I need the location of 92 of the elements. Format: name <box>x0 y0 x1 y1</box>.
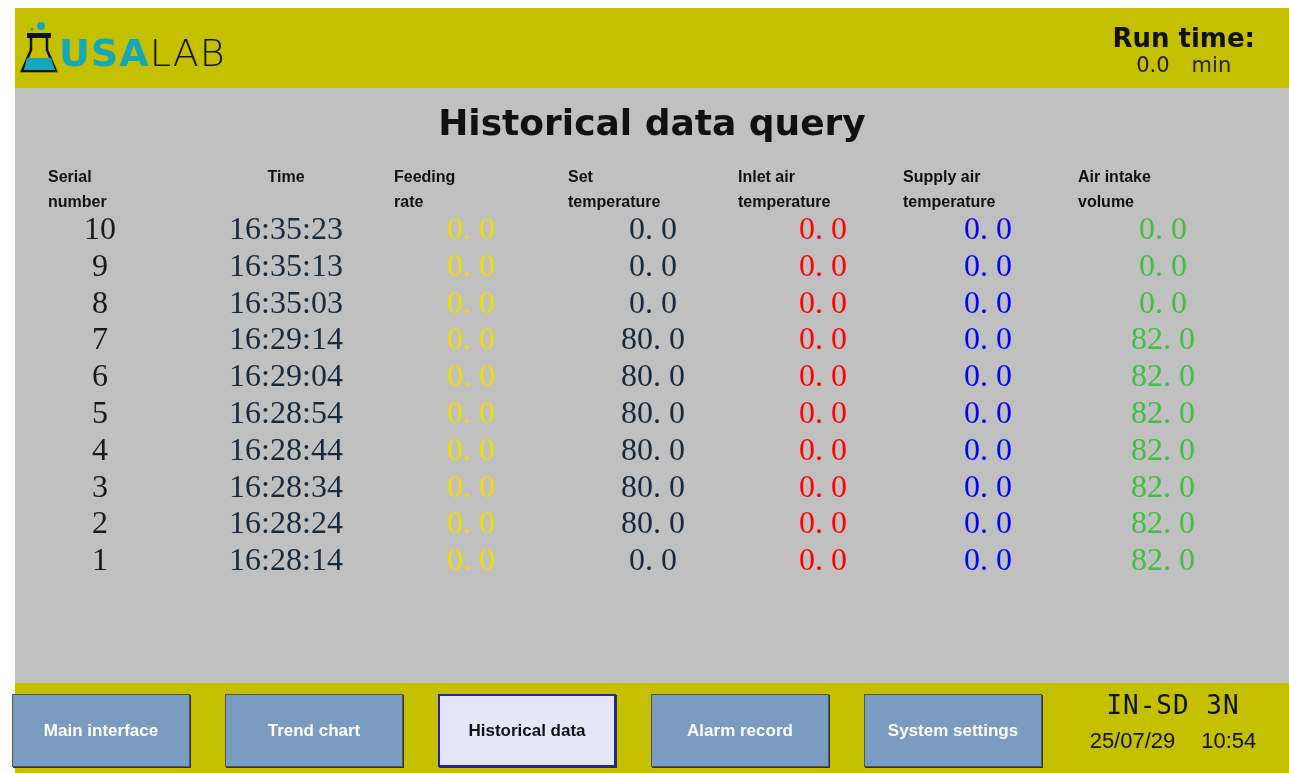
table-cell-text: 82. 0 <box>1130 504 1196 542</box>
table-cell-text: 0. 0 <box>628 246 678 284</box>
table-cell-text: 0. 0 <box>446 467 496 505</box>
table-cell-text: 0. 0 <box>963 210 1013 247</box>
table-cell-text: 80. 0 <box>620 320 686 358</box>
table-cell-text: 0. 0 <box>963 357 1013 394</box>
table-cell-text: 80. 0 <box>620 430 686 468</box>
table-cell-text: 0. 0 <box>798 541 848 578</box>
table-cell-text: 16:35:13 <box>228 246 344 284</box>
table-cell-text: 0. 0 <box>963 430 1013 468</box>
column-header: Time <box>266 167 306 187</box>
table-cell-text: 0. 0 <box>446 210 496 247</box>
table-cell-text: 0. 0 <box>1138 246 1188 284</box>
table-cell-text: 0. 0 <box>628 210 678 247</box>
table-cell-text: 0. 0 <box>1138 283 1188 321</box>
table-cell-text: 16:29:04 <box>228 357 344 394</box>
table-cell-text: 1 <box>91 541 109 578</box>
nav-button[interactable]: Trend chart <box>225 694 403 767</box>
table-cell-text: 0. 0 <box>963 283 1013 321</box>
table-cell-text: 16:28:34 <box>228 467 344 505</box>
table-cell-text: 80. 0 <box>620 504 686 542</box>
table-cell-text: 0. 0 <box>798 246 848 284</box>
flask-icon <box>19 21 59 75</box>
table-cell-text: 0. 0 <box>798 394 848 431</box>
table-cell-text: 82. 0 <box>1130 357 1196 394</box>
table-cell-text: 0. 0 <box>446 246 496 284</box>
table-cell-text: 6 <box>91 357 109 394</box>
table-cell-text: 16:28:24 <box>228 504 344 542</box>
table-cell-text: 3 <box>91 467 109 505</box>
table-cell-text: 8 <box>91 283 109 321</box>
column-header: Air intake volume <box>1078 167 1152 212</box>
page-title: Historical data query <box>437 101 867 145</box>
nav-button[interactable]: Main interface <box>12 694 190 767</box>
clock-time: 10:54 <box>1201 728 1257 754</box>
table-cell-text: 0. 0 <box>798 504 848 542</box>
table-cell-text: 0. 0 <box>963 246 1013 284</box>
table-cell-text: 82. 0 <box>1130 394 1196 431</box>
run-time-unit: min <box>1191 53 1232 77</box>
table-cell-text: 0. 0 <box>798 467 848 505</box>
table-cell-text: 16:35:03 <box>228 283 344 321</box>
table-cell-text: 0. 0 <box>446 283 496 321</box>
table-cell-text: 82. 0 <box>1130 430 1196 468</box>
run-time-label: Run time: <box>1112 23 1255 53</box>
logo-text: LAB <box>149 31 226 75</box>
table-cell-text: 0. 0 <box>446 541 496 578</box>
column-header: Feeding rate <box>394 167 457 212</box>
column-header: Serial number <box>48 167 108 212</box>
date-text: 25/07/29 <box>1089 728 1176 754</box>
table-cell-text: 9 <box>91 246 109 284</box>
table-cell-text: 0. 0 <box>963 467 1013 505</box>
table-cell-text: 0. 0 <box>963 394 1013 431</box>
table-cell-text: 0. 0 <box>446 430 496 468</box>
table-cell-text: 0. 0 <box>1138 210 1188 247</box>
table-cell-text: 0. 0 <box>446 320 496 358</box>
table-cell-text: 80. 0 <box>620 394 686 431</box>
table-cell-text: 82. 0 <box>1130 467 1196 505</box>
run-time-value: 0.0 <box>1136 53 1170 77</box>
table-cell-text: 80. 0 <box>620 357 686 394</box>
table-cell-text: 82. 0 <box>1130 320 1196 358</box>
table-cell-text: 0. 0 <box>963 504 1013 542</box>
table-cell-text: 0. 0 <box>798 283 848 321</box>
logo-text: USA <box>59 31 150 75</box>
table-cell-text: 0. 0 <box>628 283 678 321</box>
table-cell-text: 16:28:54 <box>228 394 344 431</box>
table-cell-text: 82. 0 <box>1130 541 1196 578</box>
column-header: Set temperature <box>568 167 662 212</box>
table-cell-text: 16:29:14 <box>228 320 344 358</box>
table-cell-text: 0. 0 <box>798 430 848 468</box>
table-cell-text: 0. 0 <box>446 394 496 431</box>
table-cell-text: 4 <box>91 430 109 468</box>
nav-button[interactable]: Alarm record <box>651 694 829 767</box>
table-cell-text: 16:35:23 <box>228 210 344 247</box>
nav-button[interactable]: Historical data <box>438 694 616 767</box>
table-cell-text: 0. 0 <box>446 357 496 394</box>
table-cell-text: 2 <box>91 504 109 542</box>
column-header: Inlet air temperature <box>738 167 832 212</box>
table-cell-text: 80. 0 <box>620 467 686 505</box>
table-cell-text: 7 <box>91 320 109 358</box>
table-cell-text: 0. 0 <box>446 504 496 542</box>
table-cell-text: 0. 0 <box>963 541 1013 578</box>
table-cell-text: 0. 0 <box>963 320 1013 358</box>
table-cell-text: 5 <box>91 394 109 431</box>
table-cell-text: 0. 0 <box>798 210 848 247</box>
table-cell-text: 0. 0 <box>798 357 848 394</box>
table-cell-text: 10 <box>83 210 117 247</box>
table-cell-text: 0. 0 <box>628 541 678 578</box>
device-model: IN-SD 3N <box>1106 690 1240 720</box>
nav-button[interactable]: System settings <box>864 694 1042 767</box>
table-cell-text: 16:28:14 <box>228 541 344 578</box>
table-cell-text: 16:28:44 <box>228 430 344 468</box>
table-cell-text: 0. 0 <box>798 320 848 358</box>
column-header: Supply air temperature <box>903 167 997 212</box>
